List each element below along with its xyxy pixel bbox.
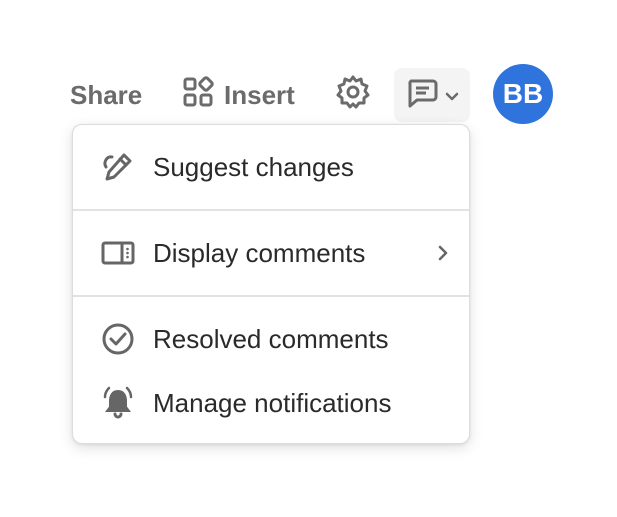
avatar-initials: BB: [502, 78, 544, 109]
comments-dropdown-menu: Suggest changes Display comments Resolve…: [72, 124, 470, 444]
menu-divider: [73, 209, 469, 211]
menu-item-label: Suggest changes: [153, 151, 354, 182]
settings-button[interactable]: [334, 74, 372, 117]
insert-button[interactable]: Insert: [182, 75, 295, 115]
menu-item-suggest-changes[interactable]: Suggest changes: [73, 135, 469, 199]
menu-item-label: Display comments: [153, 237, 366, 268]
bell-icon: [99, 384, 137, 422]
gear-icon: [335, 74, 371, 117]
menu-divider: [73, 295, 469, 297]
toolbar: Share Insert BB: [0, 0, 617, 130]
insert-label: Insert: [224, 79, 295, 110]
share-label: Share: [70, 79, 143, 110]
share-button[interactable]: Share: [70, 76, 142, 114]
menu-item-label: Resolved comments: [153, 323, 389, 354]
grid-shapes-icon: [182, 75, 214, 115]
sidebar-panel-icon: [99, 234, 137, 272]
pencil-paperclip-icon: [99, 148, 137, 186]
menu-item-manage-notifications[interactable]: Manage notifications: [73, 371, 469, 435]
menu-item-label: Manage notifications: [153, 387, 392, 418]
menu-item-resolved-comments[interactable]: Resolved comments: [73, 307, 469, 371]
avatar[interactable]: BB: [493, 64, 553, 124]
comment-icon: [405, 75, 439, 116]
comments-menu-button[interactable]: [394, 68, 470, 122]
chevron-right-icon: [437, 221, 449, 285]
check-circle-icon: [99, 320, 137, 358]
chevron-down-icon: [445, 80, 459, 111]
menu-item-display-comments[interactable]: Display comments: [73, 221, 469, 285]
